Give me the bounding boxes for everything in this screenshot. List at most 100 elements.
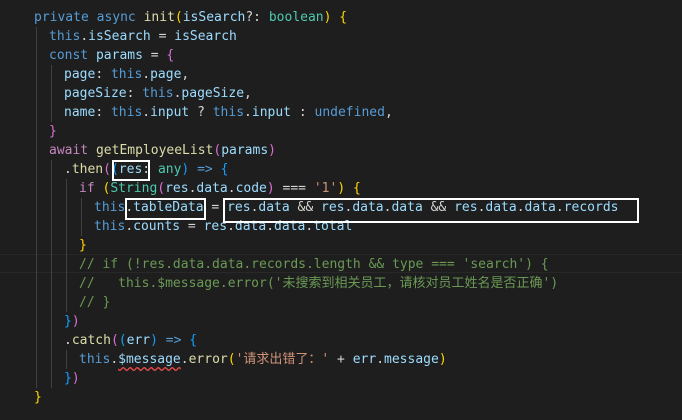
code-token: if — [79, 181, 103, 196]
code-token: : — [95, 67, 111, 82]
code-token: . — [142, 105, 151, 120]
code-token: => — [189, 162, 221, 177]
code-token: res — [321, 200, 345, 215]
code-token: this — [212, 105, 245, 120]
code-token: tableData — [133, 200, 204, 215]
code-token: err — [352, 352, 377, 367]
code-token: ( — [110, 333, 119, 348]
code-token: // this.$message.error('未搜索到相关员工，请核对员工姓名… — [79, 276, 559, 291]
code-token: input — [251, 105, 292, 120]
code-token: isSearch — [88, 29, 151, 44]
code-token: res — [454, 200, 478, 215]
code-line[interactable]: }) — [0, 369, 682, 388]
code-token: $message — [118, 352, 181, 367]
code-token: res — [227, 200, 251, 215]
code-line[interactable]: // if (!res.data.data.records.length && … — [0, 255, 682, 274]
code-token: data — [274, 219, 306, 234]
code-line[interactable]: this.$message.error('请求出错了：' + err.messa… — [0, 350, 682, 369]
code-token: = — [203, 200, 228, 215]
code-token: getEmployeeList — [95, 143, 214, 158]
code-token: async — [96, 10, 144, 25]
code-token: params — [95, 48, 143, 63]
code-line[interactable]: private async init(isSearch?: boolean) { — [0, 8, 682, 27]
code-token: data — [524, 200, 556, 215]
code-token: this — [142, 86, 174, 101]
code-token: ) — [337, 181, 346, 196]
code-token: . — [266, 219, 275, 234]
code-token: data — [234, 219, 267, 234]
code-token: String — [110, 181, 158, 196]
code-line[interactable]: const params = { — [0, 46, 682, 65]
code-token: . — [227, 219, 235, 234]
code-token: this — [110, 105, 143, 120]
code-token: } — [34, 390, 42, 405]
code-token: . — [227, 181, 236, 196]
code-line[interactable]: } — [0, 122, 682, 141]
code-token: undefined — [314, 105, 385, 120]
code-token: catch — [71, 333, 111, 348]
code-token: this — [79, 352, 111, 367]
code-token: '1' — [313, 181, 338, 196]
code-token: . — [555, 200, 564, 215]
code-token: input — [150, 105, 190, 120]
code-line[interactable]: this.isSearch = isSearch — [0, 27, 682, 46]
code-token: // } — [79, 295, 111, 310]
code-token: ( — [110, 162, 119, 177]
code-line[interactable]: this.counts = res.data.data.total — [0, 217, 682, 236]
code-token: && — [422, 200, 455, 215]
code-token: total — [313, 219, 353, 234]
code-token: , — [244, 86, 252, 101]
code-line[interactable]: // } — [0, 293, 682, 312]
code-token: name — [64, 105, 96, 120]
code-line[interactable]: } — [0, 236, 682, 255]
code-token: . — [376, 352, 385, 367]
code-line[interactable]: page: this.page, — [0, 65, 682, 84]
code-token: this — [110, 67, 143, 82]
code-token: { — [189, 333, 198, 348]
code-token: ( — [118, 333, 127, 348]
code-token: => — [157, 333, 190, 348]
code-token: . — [305, 219, 314, 234]
code-token: . — [142, 67, 151, 82]
code-token: . — [80, 29, 89, 44]
code-token: : — [291, 105, 315, 120]
code-token: : — [95, 105, 111, 120]
code-token: records — [563, 200, 619, 215]
code-token: '请求出错了：' — [235, 352, 338, 367]
code-token: . — [516, 200, 525, 215]
code-token: } — [64, 314, 72, 329]
code-line[interactable]: name: this.input ? this.input : undefine… — [0, 103, 682, 122]
code-token: private — [34, 10, 97, 25]
code-line[interactable]: } — [0, 388, 682, 407]
code-line[interactable]: .catch((err) => { — [0, 331, 682, 350]
code-token: res — [165, 181, 189, 196]
code-token: // if (!res.data.data.records.length && … — [79, 257, 549, 272]
code-token: { — [331, 10, 348, 25]
code-line[interactable]: pageSize: this.pageSize, — [0, 84, 682, 103]
code-token: . — [64, 162, 72, 177]
code-line[interactable]: this.tableData = res.data && res.data.da… — [0, 198, 682, 217]
code-token: . — [110, 352, 119, 367]
code-token: { — [345, 181, 361, 196]
code-token: await — [49, 143, 96, 158]
code-token: ) — [266, 181, 275, 196]
code-token: ) — [150, 333, 158, 348]
code-token: } — [79, 238, 87, 253]
code-token: : — [142, 162, 158, 177]
code-line[interactable]: if (String(res.data.code) === '1') { — [0, 179, 682, 198]
code-token: data — [196, 181, 228, 196]
code-token: = — [150, 29, 175, 44]
code-token: ( — [227, 352, 236, 367]
code-token: = — [180, 219, 204, 234]
code-token: === — [274, 181, 314, 196]
code-token: counts — [133, 219, 181, 234]
code-editor[interactable]: private async init(isSearch?: boolean) {… — [0, 0, 682, 420]
code-token: params — [221, 143, 269, 158]
code-token: pageSize — [181, 86, 245, 101]
code-line[interactable]: await getEmployeeList(params) — [0, 141, 682, 160]
code-line[interactable]: }) — [0, 312, 682, 331]
code-line[interactable]: // this.$message.error('未搜索到相关员工，请核对员工姓名… — [0, 274, 682, 293]
code-token: this — [94, 200, 126, 215]
code-token: . — [180, 352, 189, 367]
code-line[interactable]: .then((res: any) => { — [0, 160, 682, 179]
